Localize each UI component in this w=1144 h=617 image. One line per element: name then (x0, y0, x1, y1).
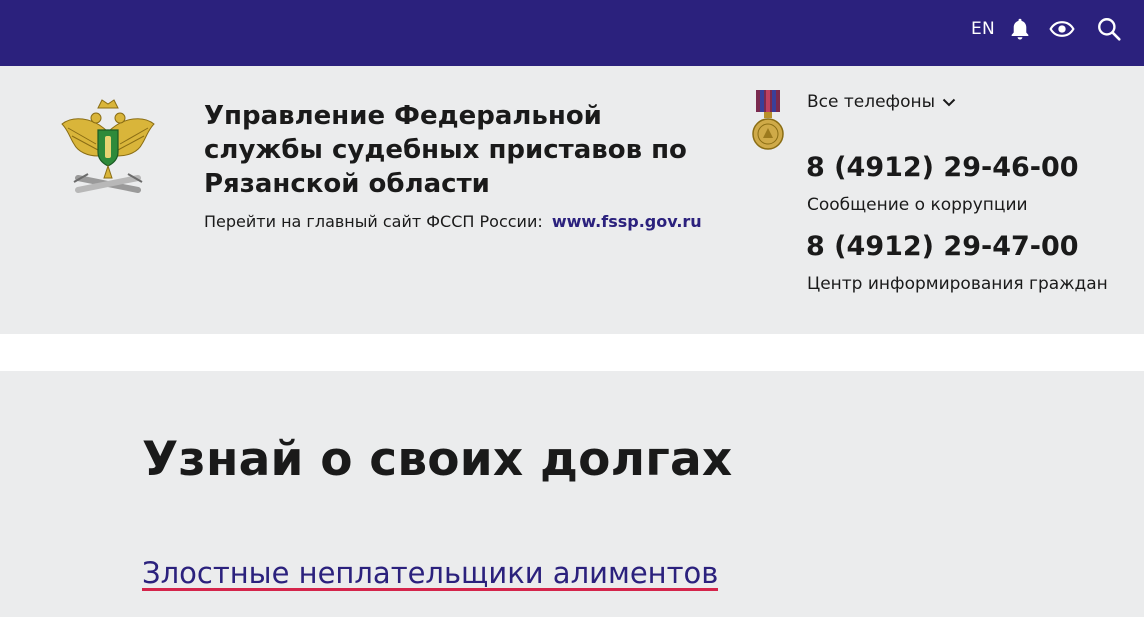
bell-icon[interactable] (1007, 16, 1033, 42)
search-icon[interactable] (1096, 16, 1122, 42)
alimony-debtors-link[interactable]: Злостные неплательщики алиментов (142, 558, 719, 591)
section-spacer (0, 334, 1144, 371)
phone-caption: Центр информирования граждан (807, 274, 1108, 294)
phone-number[interactable]: 8 (4912) 29-46-00 (806, 152, 1079, 183)
phone-caption: Сообщение о коррупции (807, 195, 1028, 215)
organization-title: Управление Федеральной службы судебных п… (204, 99, 724, 201)
chevron-down-icon (942, 98, 956, 107)
org-title-line: Рязанской области (204, 169, 490, 199)
section-heading: Узнай о своих долгах (142, 432, 733, 487)
org-title-line: Управление Федеральной (204, 101, 602, 131)
debts-section: Узнай о своих долгах Злостные неплательщ… (0, 371, 1144, 617)
all-phones-label: Все телефоны (807, 92, 936, 112)
eye-icon[interactable] (1049, 16, 1075, 42)
medal-icon (750, 90, 786, 152)
org-title-line: службы судебных приставов по (204, 135, 687, 165)
language-switch[interactable]: EN (971, 19, 995, 39)
main-site-link-prefix: Перейти на главный сайт ФССП России: (204, 212, 543, 231)
all-phones-dropdown[interactable]: Все телефоны (807, 92, 957, 112)
phone-number[interactable]: 8 (4912) 29-47-00 (806, 231, 1079, 262)
main-site-link[interactable]: www.fssp.gov.ru (552, 212, 702, 231)
top-bar: EN (0, 0, 1144, 66)
main-site-link-row: Перейти на главный сайт ФССП России: www… (204, 212, 702, 231)
fssp-emblem-logo[interactable] (58, 94, 158, 202)
